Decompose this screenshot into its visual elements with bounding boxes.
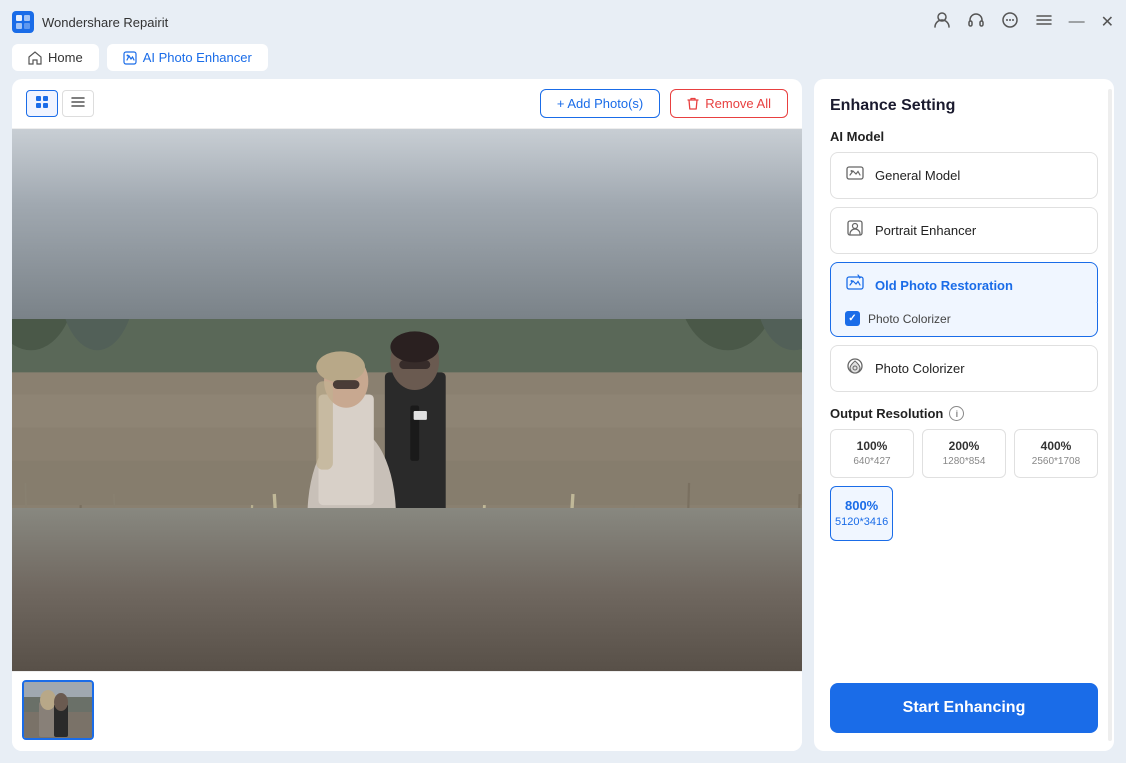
main-photo <box>12 129 802 671</box>
title-bar-right: — ✕ <box>933 11 1114 34</box>
photo-display <box>12 129 802 671</box>
res-200-size: 1280*854 <box>927 455 1001 469</box>
output-resolution-section: Output Resolution i 100% 640*427 200% 12… <box>830 406 1098 541</box>
photo-colorizer-checkbox-row[interactable]: Photo Colorizer <box>830 303 1098 337</box>
menu-icon[interactable] <box>1035 11 1053 34</box>
res-800-size: 5120*3416 <box>835 515 888 530</box>
remove-all-label: Remove All <box>705 96 771 111</box>
grid-view-button[interactable] <box>26 90 58 117</box>
nav-bar: Home AI Photo Enhancer <box>0 44 1126 79</box>
photo-colorizer-checkbox-label: Photo Colorizer <box>868 312 951 326</box>
photo-colorizer-icon <box>845 357 865 380</box>
right-panel: Enhance Setting AI Model General Model <box>814 79 1114 751</box>
home-nav-button[interactable]: Home <box>12 44 99 71</box>
portrait-enhancer-option[interactable]: Portrait Enhancer <box>830 207 1098 254</box>
ai-model-section: AI Model General Model <box>830 129 1098 392</box>
headphone-icon[interactable] <box>967 11 985 34</box>
chat-icon[interactable] <box>1001 11 1019 34</box>
portrait-icon <box>845 219 865 242</box>
app-icon <box>12 11 34 33</box>
toolbar: + Add Photo(s) Remove All <box>12 79 802 129</box>
ai-photo-enhancer-nav-label: AI Photo Enhancer <box>143 50 252 65</box>
output-resolution-label: Output Resolution i <box>830 406 1098 421</box>
general-model-icon <box>845 164 865 187</box>
home-nav-label: Home <box>48 50 83 65</box>
profile-icon[interactable] <box>933 11 951 34</box>
thumbnail-item[interactable] <box>22 680 94 740</box>
view-toggle <box>26 90 94 117</box>
res-800-pct: 800% <box>835 497 888 515</box>
res-200-pct: 200% <box>927 438 1001 455</box>
general-model-option[interactable]: General Model <box>830 152 1098 199</box>
left-panel: + Add Photo(s) Remove All <box>12 79 802 751</box>
res-100-size: 640*427 <box>835 455 909 469</box>
old-photo-icon <box>845 274 865 297</box>
resolution-100-button[interactable]: 100% 640*427 <box>830 429 914 478</box>
ai-photo-enhancer-nav-button[interactable]: AI Photo Enhancer <box>107 44 268 71</box>
remove-all-button[interactable]: Remove All <box>670 89 788 118</box>
ai-model-label: AI Model <box>830 129 1098 144</box>
old-photo-restoration-option[interactable]: Old Photo Restoration <box>830 262 1098 309</box>
title-bar-left: Wondershare Repairit <box>12 11 168 33</box>
res-100-pct: 100% <box>835 438 909 455</box>
thumbnail-image <box>24 682 92 738</box>
resolution-800-button[interactable]: 800% 5120*3416 <box>830 486 893 542</box>
general-model-label: General Model <box>875 168 960 183</box>
list-view-button[interactable] <box>62 90 94 117</box>
main-content: + Add Photo(s) Remove All <box>0 79 1126 763</box>
res-400-pct: 400% <box>1019 438 1093 455</box>
portrait-enhancer-label: Portrait Enhancer <box>875 223 976 238</box>
enhance-setting-title: Enhance Setting <box>830 97 1098 115</box>
start-enhancing-button[interactable]: Start Enhancing <box>830 683 1098 733</box>
add-photos-button[interactable]: + Add Photo(s) <box>540 89 660 118</box>
photo-colorizer-standalone-label: Photo Colorizer <box>875 361 965 376</box>
resolution-grid: 100% 640*427 200% 1280*854 400% 2560*170… <box>830 429 1098 478</box>
resolution-200-button[interactable]: 200% 1280*854 <box>922 429 1006 478</box>
minimize-icon[interactable]: — <box>1069 13 1085 31</box>
thumbnail-strip <box>12 671 802 751</box>
scrollbar-track <box>1108 89 1112 741</box>
res-400-size: 2560*1708 <box>1019 455 1093 469</box>
app-title: Wondershare Repairit <box>42 15 168 30</box>
photo-colorizer-option[interactable]: Photo Colorizer <box>830 345 1098 392</box>
old-photo-restoration-label: Old Photo Restoration <box>875 278 1013 293</box>
info-icon[interactable]: i <box>949 406 964 421</box>
resolution-400-button[interactable]: 400% 2560*1708 <box>1014 429 1098 478</box>
photo-colorizer-checkbox[interactable] <box>845 311 860 326</box>
title-bar: Wondershare Repairit <box>0 0 1126 44</box>
close-icon[interactable]: ✕ <box>1101 12 1114 32</box>
toolbar-actions: + Add Photo(s) Remove All <box>540 89 788 118</box>
